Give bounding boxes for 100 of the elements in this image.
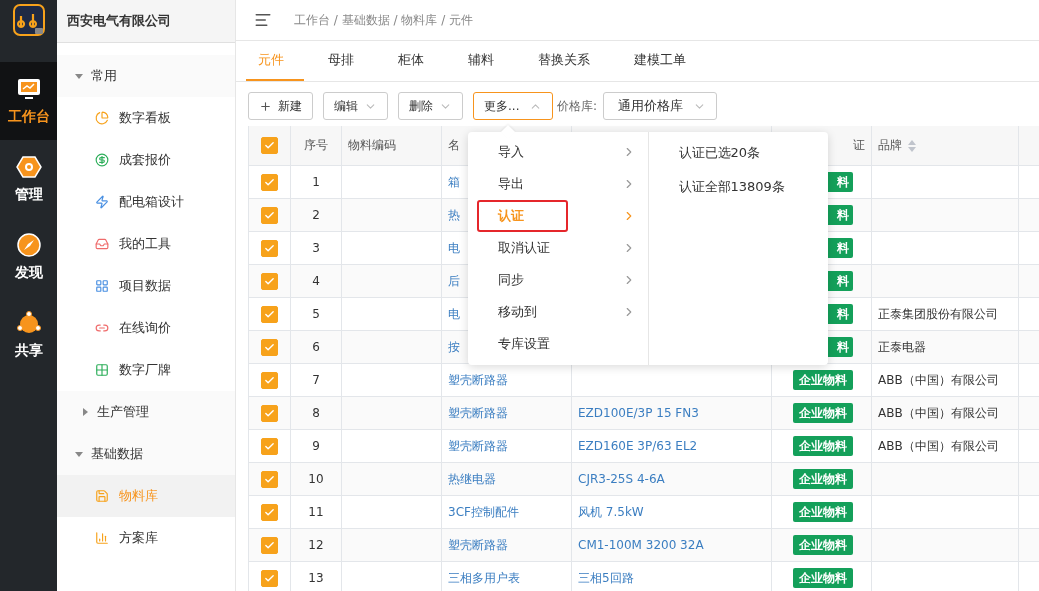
caret-icon <box>75 72 83 80</box>
status-badge: 企业物料 <box>793 436 853 456</box>
check-icon <box>264 374 275 386</box>
material-name-link[interactable]: 箱 <box>448 173 460 191</box>
menu-group[interactable]: 基础数据 <box>57 433 235 475</box>
material-name-link[interactable]: 电 <box>448 239 460 257</box>
check-icon <box>264 341 275 353</box>
toolbar-button[interactable]: 删除 <box>398 92 463 120</box>
material-name-link[interactable]: 热 <box>448 206 460 224</box>
pie-chart-icon <box>95 111 109 125</box>
status-badge: 企业物料 <box>793 469 853 489</box>
plus-icon <box>259 99 272 113</box>
grid-icon <box>95 363 109 377</box>
menu-group[interactable]: 常用 <box>57 55 235 97</box>
tab[interactable]: 替换关系 <box>526 41 610 81</box>
check-icon <box>264 407 275 419</box>
price-library-select[interactable]: 通用价格库 <box>603 92 718 120</box>
rail-item[interactable]: 工作台 <box>0 62 57 140</box>
model-link[interactable]: CJR3-25S 4-6A <box>578 472 665 486</box>
material-name-link[interactable]: 后 <box>448 272 460 290</box>
material-name-link[interactable]: 塑壳断路器 <box>448 371 508 389</box>
model-link[interactable]: CM1-100M 3200 32A <box>578 538 704 552</box>
hexagon-icon <box>15 154 42 180</box>
status-badge: 企业物料 <box>793 370 853 390</box>
table-cell: 正泰电器 <box>872 331 1019 364</box>
table-cell: 正泰集团股份有限公司 <box>872 298 1019 331</box>
checkbox[interactable] <box>261 536 278 554</box>
material-name-link[interactable]: 塑壳断路器 <box>448 404 508 422</box>
rail-item[interactable]: 共享 <box>0 296 57 374</box>
floppy-icon <box>95 489 109 503</box>
check-icon <box>264 473 275 485</box>
menu-item[interactable]: 同步 <box>477 264 636 296</box>
material-name-link[interactable]: 3CF控制配件 <box>448 503 519 521</box>
checkbox[interactable] <box>261 338 278 356</box>
status-badge: 企业物料 <box>793 502 853 522</box>
toolbar-button[interactable]: 新建 <box>248 92 313 120</box>
table-cell: 2 <box>291 199 342 232</box>
material-name-link[interactable]: 电 <box>448 305 460 323</box>
column-header: 品牌 <box>878 137 902 154</box>
more-button[interactable]: 更多... <box>473 92 553 120</box>
model-link[interactable]: EZD100E/3P 15 FN3 <box>578 406 699 420</box>
table-cell: 3 <box>291 232 342 265</box>
checkbox[interactable] <box>261 137 278 154</box>
grid-icon <box>95 279 109 293</box>
check-icon <box>264 242 275 254</box>
table-cell: 1 <box>291 166 342 199</box>
rail-item[interactable]: 发现 <box>0 218 57 296</box>
material-name-link[interactable]: 塑壳断路器 <box>448 437 508 455</box>
menu-item[interactable]: 专库设置 <box>477 328 636 360</box>
checkbox[interactable] <box>261 503 278 521</box>
tab[interactable]: 柜体 <box>386 41 444 81</box>
table-cell: 11 <box>291 496 342 529</box>
logo-icon <box>12 4 45 36</box>
share-icon <box>15 310 42 336</box>
menu-group[interactable]: 生产管理 <box>57 391 235 433</box>
model-link[interactable]: 三相5回路 <box>578 569 634 587</box>
link-icon <box>95 321 109 335</box>
company-name: 西安电气有限公司 <box>57 0 235 43</box>
table-cell: 8 <box>291 397 342 430</box>
table-cell: 4 <box>291 265 342 298</box>
table-cell: 6 <box>291 331 342 364</box>
checkbox[interactable] <box>261 437 278 455</box>
material-name-link[interactable]: 塑壳断路器 <box>448 536 508 554</box>
tab[interactable]: 辅料 <box>456 41 514 81</box>
checkbox[interactable] <box>261 239 278 257</box>
model-link[interactable]: 风机 7.5kW <box>578 503 644 521</box>
menu-item[interactable]: 移动到 <box>477 296 636 328</box>
check-icon <box>264 506 275 518</box>
check-icon <box>264 275 275 287</box>
breadcrumb: 工作台 / 基础数据 / 物料库 / 元件 <box>294 11 473 29</box>
toolbar-button[interactable]: 编辑 <box>323 92 388 120</box>
rail-item[interactable]: 管理 <box>0 140 57 218</box>
tab[interactable]: 建模工单 <box>622 41 706 81</box>
check-icon <box>264 572 275 584</box>
check-icon <box>264 308 275 320</box>
monitor-icon <box>15 76 42 102</box>
checkbox[interactable] <box>261 305 278 323</box>
menu-icon[interactable] <box>254 11 272 29</box>
table-cell: ABB（中国）有限公司 <box>872 397 1019 430</box>
checkbox[interactable] <box>261 404 278 422</box>
material-name-link[interactable]: 三相多用户表 <box>448 569 520 587</box>
model-link[interactable]: EZD160E 3P/63 EL2 <box>578 439 698 453</box>
checkbox[interactable] <box>261 569 278 587</box>
caret-icon <box>75 450 83 458</box>
checkbox[interactable] <box>261 272 278 290</box>
menu-item[interactable]: 取消认证 <box>477 232 636 264</box>
tray-icon <box>95 237 109 251</box>
table-cell: 7 <box>291 364 342 397</box>
checkbox[interactable] <box>261 371 278 389</box>
tab[interactable]: 母排 <box>316 41 374 81</box>
table-cell: 5 <box>291 298 342 331</box>
material-name-link[interactable]: 按 <box>448 338 460 356</box>
status-badge: 企业物料 <box>793 403 853 423</box>
table-cell: 9 <box>291 430 342 463</box>
table-cell: 12 <box>291 529 342 562</box>
menu-item[interactable]: 导出 <box>477 168 636 200</box>
checkbox[interactable] <box>261 206 278 224</box>
checkbox[interactable] <box>261 470 278 488</box>
checkbox[interactable] <box>261 173 278 191</box>
material-name-link[interactable]: 热继电器 <box>448 470 496 488</box>
